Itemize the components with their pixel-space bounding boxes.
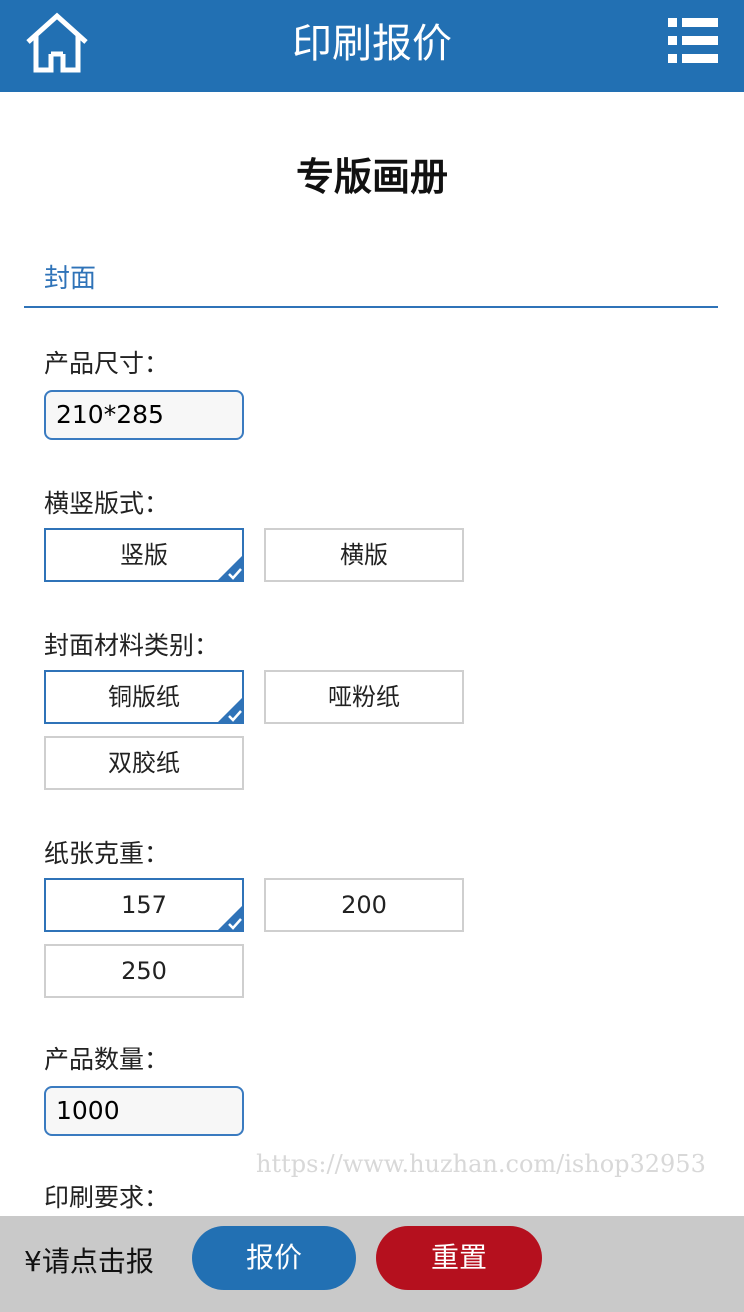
option-label: 157: [121, 891, 167, 919]
watermark: https://www.huzhan.com/ishop32953: [256, 1150, 706, 1178]
option-weight-157[interactable]: 157: [44, 878, 244, 932]
page-title: 专版画册: [295, 155, 448, 199]
option-label: 铜版纸: [108, 683, 180, 711]
cover-material-label: 封面材料类别：: [44, 631, 220, 660]
quote-button[interactable]: 报价: [192, 1226, 356, 1290]
price-text: ¥请点击报: [24, 1245, 154, 1278]
reset-button[interactable]: 重置: [376, 1226, 542, 1290]
check-icon: [218, 906, 242, 930]
section-label: 封面: [44, 264, 97, 294]
check-icon: [218, 698, 242, 722]
option-coated-paper[interactable]: 铜版纸: [44, 670, 244, 724]
section-header: 封面: [24, 248, 718, 308]
quantity-label: 产品数量：: [44, 1045, 170, 1074]
option-landscape[interactable]: 横版: [264, 528, 464, 582]
product-size-input[interactable]: 210*285: [44, 390, 244, 440]
option-label: 横版: [340, 541, 388, 569]
option-label: 哑粉纸: [328, 683, 400, 711]
print-requirements-label: 印刷要求：: [44, 1183, 170, 1212]
option-label: 双胶纸: [108, 749, 180, 777]
footer-bar: ¥请点击报 报价 重置: [0, 1216, 744, 1312]
paper-weight-label: 纸张克重：: [44, 839, 170, 868]
product-size-label: 产品尺寸：: [44, 349, 170, 378]
option-portrait[interactable]: 竖版: [44, 528, 244, 582]
check-icon: [218, 556, 242, 580]
orientation-label: 横竖版式：: [44, 489, 170, 518]
quantity-input[interactable]: 1000: [44, 1086, 244, 1136]
app-title: 印刷报价: [292, 21, 452, 67]
option-weight-250[interactable]: 250: [44, 944, 244, 998]
option-matte-paper[interactable]: 哑粉纸: [264, 670, 464, 724]
option-label: 250: [121, 957, 167, 985]
top-bar: 印刷报价: [0, 0, 744, 92]
option-offset-paper[interactable]: 双胶纸: [44, 736, 244, 790]
option-label: 竖版: [120, 541, 168, 569]
option-label: 200: [341, 891, 387, 919]
list-menu-icon[interactable]: [664, 16, 722, 66]
option-weight-200[interactable]: 200: [264, 878, 464, 932]
